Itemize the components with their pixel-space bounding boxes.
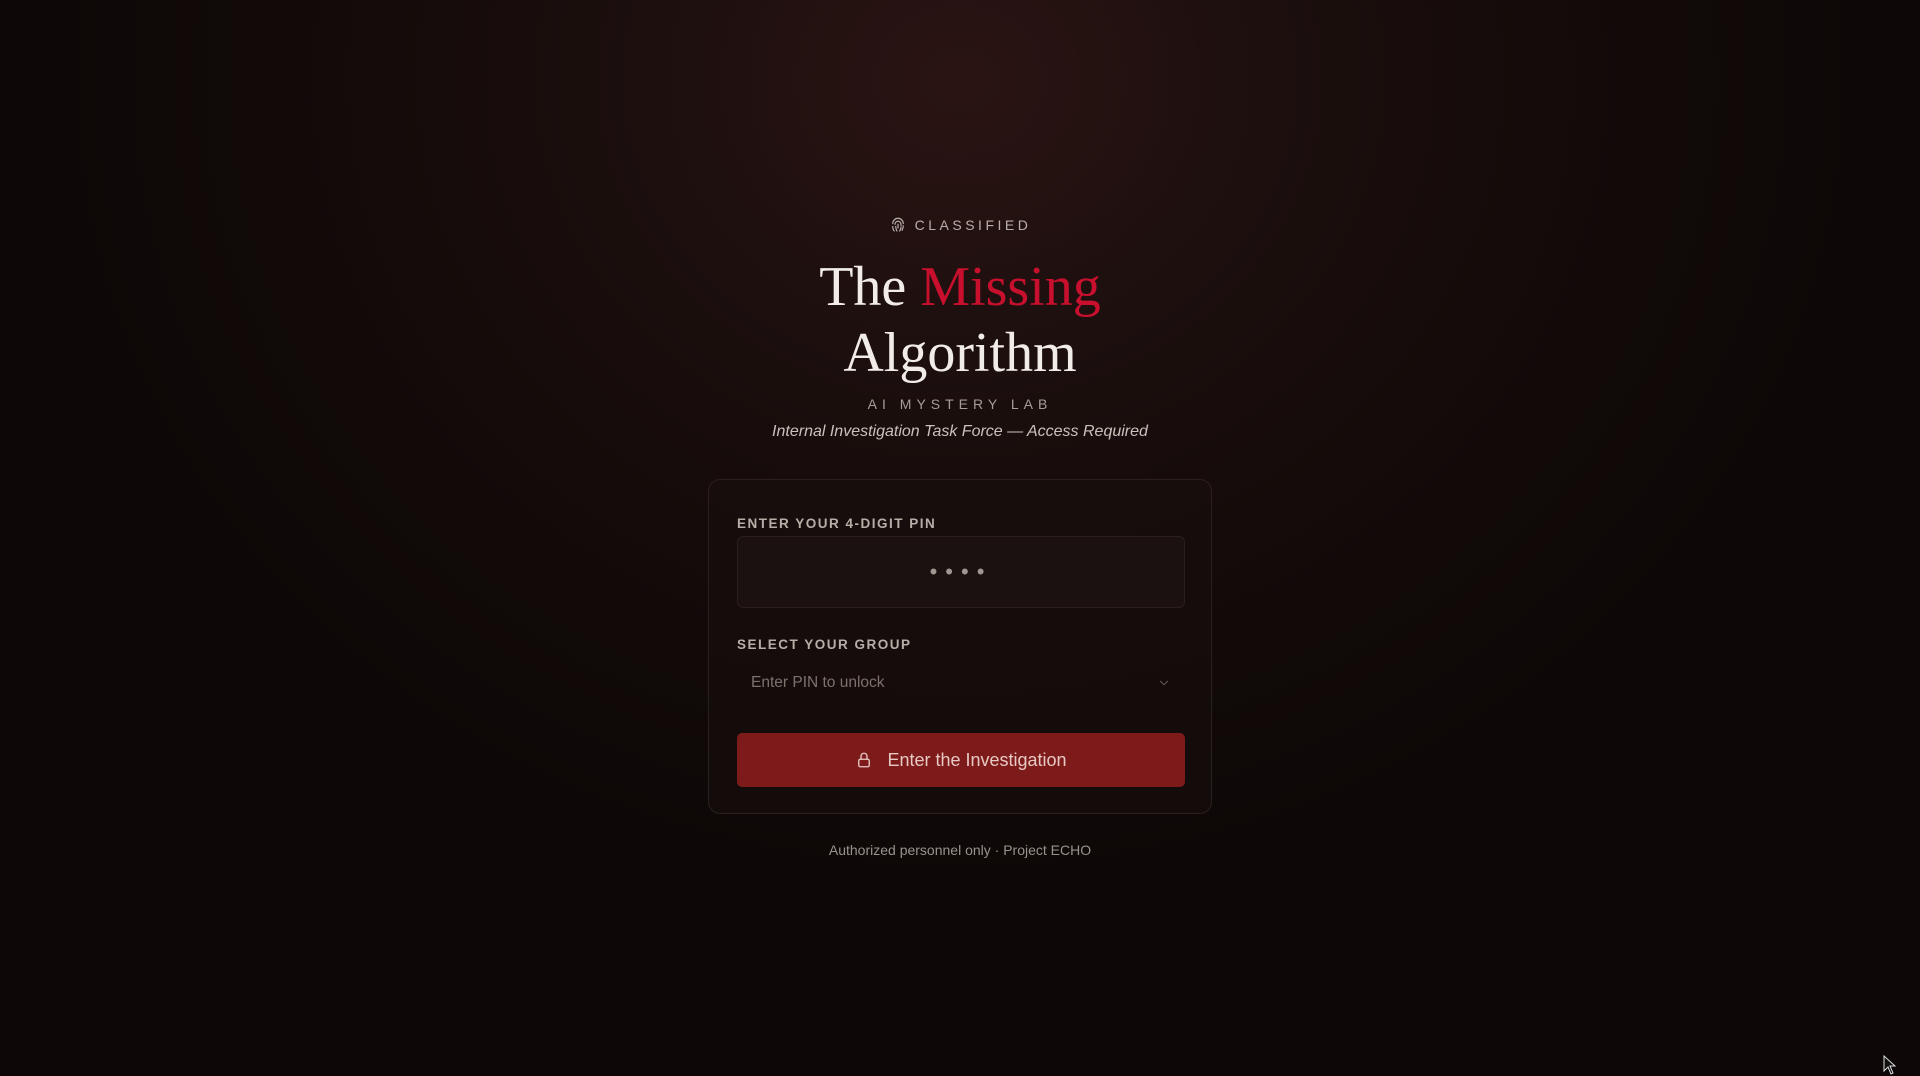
- pin-value: ••••: [929, 559, 993, 584]
- title-line-2: Algorithm: [843, 322, 1077, 384]
- title-line-1: The Missing: [0, 254, 1920, 320]
- subtitle: AI MYSTERY LAB: [867, 396, 1053, 412]
- fingerprint-icon: [891, 217, 904, 232]
- pin-input[interactable]: ••••: [737, 536, 1185, 608]
- classified-badge: CLASSIFIED: [0, 216, 1920, 234]
- classified-text: CLASSIFIED: [914, 217, 1032, 233]
- enter-investigation-label: Enter the Investigation: [887, 749, 1067, 770]
- pin-label: ENTER YOUR 4-DIGIT PIN: [737, 516, 937, 531]
- login-page: CLASSIFIED The Missing Algorithm AI MYST…: [0, 0, 1920, 1076]
- title-accent: Missing: [920, 256, 1101, 318]
- group-label: SELECT YOUR GROUP: [737, 637, 912, 652]
- title-part-1: The: [819, 256, 921, 318]
- group-select[interactable]: Enter PIN to unlock: [737, 660, 1185, 706]
- tagline: Internal Investigation Task Force — Acce…: [772, 423, 1148, 440]
- lock-icon: [858, 752, 871, 768]
- chevron-down-icon: [1159, 680, 1169, 686]
- footer-note: Authorized personnel only · Project ECHO: [828, 842, 1092, 858]
- group-select-placeholder: Enter PIN to unlock: [751, 674, 885, 691]
- login-card: ENTER YOUR 4-DIGIT PIN •••• SELECT YOUR …: [708, 479, 1212, 814]
- mouse-cursor-icon: [1883, 1055, 1897, 1075]
- page-title: The Missing Algorithm: [0, 254, 1920, 386]
- enter-investigation-button[interactable]: Enter the Investigation: [737, 733, 1185, 787]
